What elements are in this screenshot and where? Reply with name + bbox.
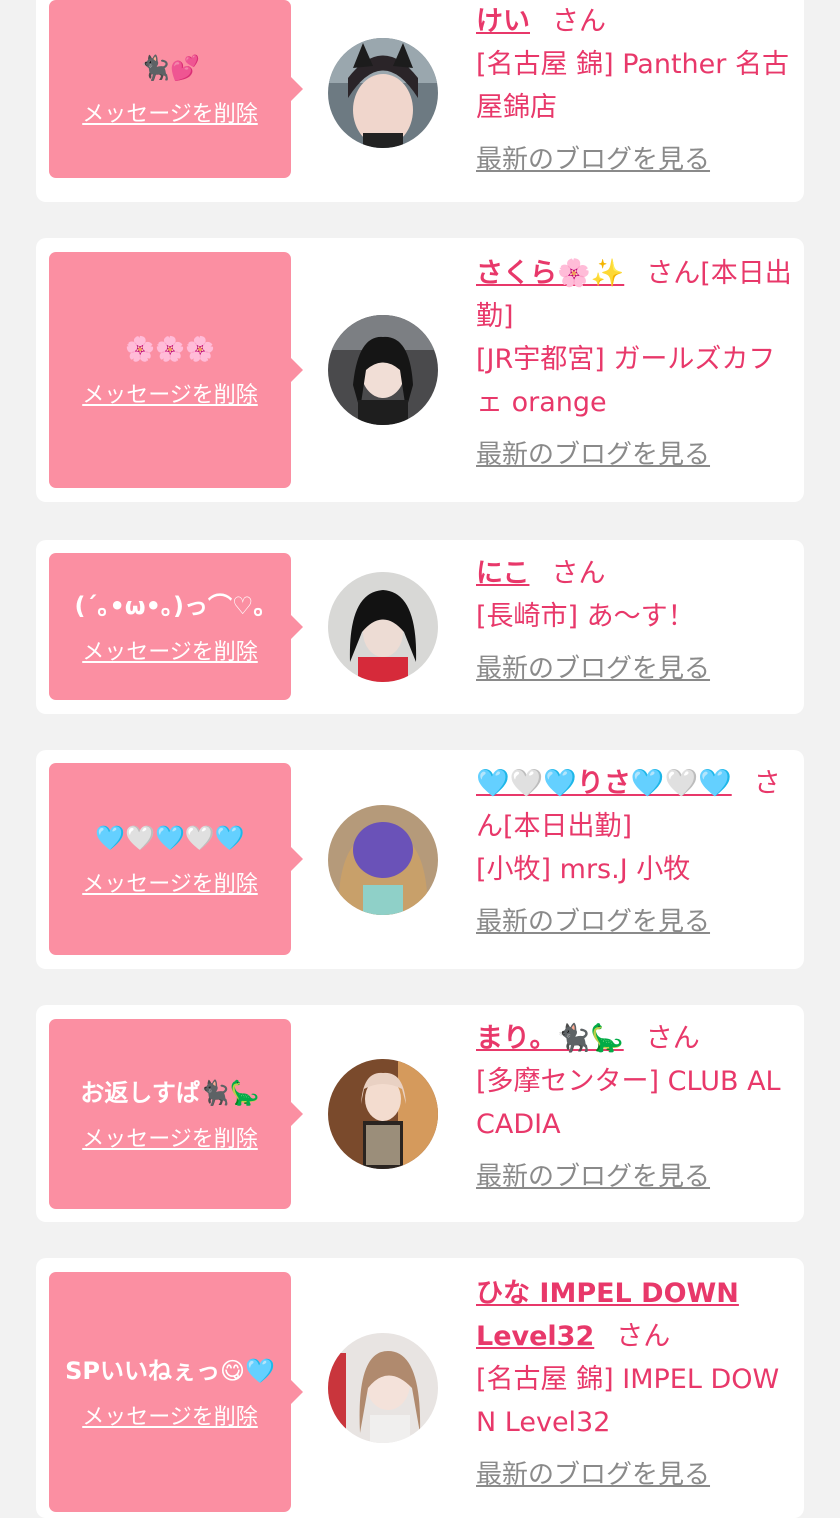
- girl-info: けい さん [名古屋 錦] Panther 名古屋錦店 最新のブログを見る: [476, 0, 792, 182]
- honorific: さん: [646, 258, 701, 289]
- message-text: (´｡•ω•｡)っ⌒♡｡: [74, 591, 266, 620]
- girl-info: ひな IMPEL DOWN Level32 さん [名古屋 錦] IMPEL DO…: [476, 1272, 792, 1497]
- honorific: さん: [552, 6, 606, 37]
- delete-message-link[interactable]: メッセージを削除: [82, 96, 258, 128]
- message-bubble: お返しすぱ🐈‍⬛🦕 メッセージを削除: [49, 1019, 303, 1209]
- message-text: お返しすぱ🐈‍⬛🦕: [80, 1079, 260, 1107]
- shop-text: [名古屋 錦] IMPEL DOWN Level32: [476, 1364, 780, 1438]
- status-text: [本日出勤]: [503, 811, 633, 842]
- blog-link[interactable]: 最新のブログを見る: [476, 901, 710, 944]
- message-bubble: 🐈‍⬛💕 メッセージを削除: [49, 0, 303, 178]
- avatar[interactable]: [328, 315, 438, 425]
- delete-message-link[interactable]: メッセージを削除: [82, 634, 258, 666]
- blog-link[interactable]: 最新のブログを見る: [476, 648, 710, 691]
- shop-text: [小牧] mrs.J 小牧: [476, 854, 691, 885]
- blog-link[interactable]: 最新のブログを見る: [476, 1156, 710, 1199]
- message-text: 🌸🌸🌸: [125, 335, 215, 363]
- message-card: 🩵🤍🩵🤍🩵 メッセージを削除 🩵🤍🩵りさ🩵🤍🩵 さん[本日出勤] [小牧] mrs…: [36, 750, 804, 969]
- message-card: (´｡•ω•｡)っ⌒♡｡ メッセージを削除 にこ さん [長崎市] あ〜す！ 最新…: [36, 540, 804, 714]
- blog-link[interactable]: 最新のブログを見る: [476, 139, 710, 182]
- girl-info: まり。🐈‍⬛🦕 さん [多摩センター] CLUB ALCADIA 最新のブログを見…: [476, 1017, 792, 1199]
- delete-message-link[interactable]: メッセージを削除: [82, 377, 258, 409]
- delete-message-link[interactable]: メッセージを削除: [82, 1399, 258, 1431]
- avatar[interactable]: [328, 572, 438, 682]
- message-bubble: SPいいねぇっ😋🩵 メッセージを削除: [49, 1272, 303, 1512]
- message-card: 🌸🌸🌸 メッセージを削除 さくら🌸✨ さん[本日出勤] [JR宇都宮] ガールズカ…: [36, 238, 804, 502]
- message-card: SPいいねぇっ😋🩵 メッセージを削除 ひな IMPEL DOWN Level32…: [36, 1258, 804, 1518]
- girl-name-link[interactable]: まり。🐈‍⬛🦕: [476, 1023, 624, 1054]
- shop-text: [長崎市] あ〜す！: [476, 601, 695, 632]
- message-bubble: (´｡•ω•｡)っ⌒♡｡ メッセージを削除: [49, 553, 303, 700]
- message-card: 🐈‍⬛💕 メッセージを削除 けい さん [名古屋 錦] Panther 名古屋錦店…: [36, 0, 804, 202]
- message-text: SPいいねぇっ😋🩵: [65, 1357, 275, 1385]
- message-text: 🩵🤍🩵🤍🩵: [95, 824, 245, 852]
- honorific: さん: [616, 1321, 671, 1352]
- shop-text: [JR宇都宮] ガールズカフェ orange: [476, 344, 776, 418]
- girl-info: 🩵🤍🩵りさ🩵🤍🩵 さん[本日出勤] [小牧] mrs.J 小牧 最新のブログを見る: [476, 762, 792, 944]
- delete-message-link[interactable]: メッセージを削除: [82, 1121, 258, 1153]
- avatar[interactable]: [328, 805, 438, 915]
- message-bubble: 🌸🌸🌸 メッセージを削除: [49, 252, 303, 488]
- blog-link[interactable]: 最新のブログを見る: [476, 434, 710, 477]
- avatar[interactable]: [328, 38, 438, 148]
- message-card: お返しすぱ🐈‍⬛🦕 メッセージを削除 まり。🐈‍⬛🦕 さん [多摩センター] CL…: [36, 1005, 804, 1222]
- shop-text: [名古屋 錦] Panther 名古屋錦店: [476, 49, 789, 123]
- girl-name-link[interactable]: さくら🌸✨: [476, 258, 624, 289]
- girl-info: さくら🌸✨ さん[本日出勤] [JR宇都宮] ガールズカフェ orange 最新の…: [476, 252, 792, 477]
- girl-name-link[interactable]: 🩵🤍🩵りさ🩵🤍🩵: [476, 768, 732, 799]
- blog-link[interactable]: 最新のブログを見る: [476, 1454, 710, 1497]
- avatar[interactable]: [328, 1059, 438, 1169]
- message-bubble: 🩵🤍🩵🤍🩵 メッセージを削除: [49, 763, 303, 955]
- honorific: さん: [551, 558, 606, 589]
- honorific: さん: [645, 1023, 700, 1054]
- girl-info: にこ さん [長崎市] あ〜す！ 最新のブログを見る: [476, 552, 792, 691]
- shop-text: [多摩センター] CLUB ALCADIA: [476, 1066, 781, 1140]
- delete-message-link[interactable]: メッセージを削除: [82, 866, 258, 898]
- girl-name-link[interactable]: にこ: [476, 558, 529, 589]
- message-text: 🐈‍⬛💕: [140, 54, 200, 82]
- girl-name-link[interactable]: けい: [476, 6, 530, 37]
- girl-name-link[interactable]: ひな IMPEL DOWN Level32: [476, 1278, 739, 1352]
- avatar[interactable]: [328, 1333, 438, 1443]
